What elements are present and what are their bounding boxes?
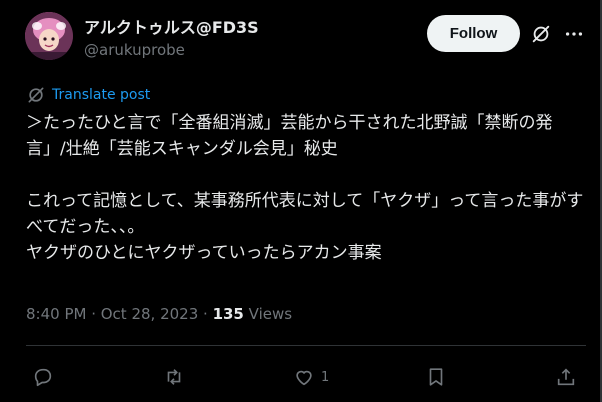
more-options-icon[interactable] [563,23,585,45]
translate-post-link[interactable]: Translate post [26,85,150,105]
like-button[interactable]: 1 [293,360,329,394]
post-line: これって記憶として、某事務所代表に対して「ヤクザ」って言った事がすべてだった、、… [26,191,584,237]
post-metadata: 8:40 PM · Oct 28, 2023 · 135 Views [26,305,292,323]
avatar[interactable] [25,12,73,60]
reply-icon [34,368,52,387]
action-bar: 1 [0,360,602,394]
repost-icon [167,369,181,385]
repost-button[interactable] [163,360,191,394]
post-line: ヤクザのひとにヤクザっていったらアカン事案 [26,243,382,263]
views-count: 135 [212,305,244,323]
grok-icon[interactable] [530,23,552,45]
share-button[interactable] [555,360,583,394]
views-label: Views [243,305,293,323]
post-line: ＞たったひと言で「全番組消滅」芸能から干された北野誠「禁断の発言」/壮絶「芸能ス… [26,113,553,159]
display-name[interactable]: アルクトゥルス@FD3S [84,14,259,38]
reply-button[interactable] [32,360,60,394]
bookmark-button[interactable] [425,360,453,394]
tweet: アルクトゥルス@FD3S @arukuprobe Follow Translat… [0,0,602,402]
avatar-image [25,12,73,60]
translate-icon [28,87,44,103]
translate-post-label: Translate post [52,87,151,103]
bookmark-icon [429,368,443,386]
share-icon [557,368,575,386]
divider [26,345,586,346]
follow-button[interactable]: Follow [427,15,520,52]
like-count: 1 [321,369,330,385]
heart-icon [296,370,312,386]
post-timestamp[interactable]: 8:40 PM · Oct 28, 2023 · [26,305,213,323]
user-handle[interactable]: @arukuprobe [84,41,185,59]
post-text: ＞たったひと言で「全番組消滅」芸能から干された北野誠「禁断の発言」/壮絶「芸能ス… [26,110,586,266]
